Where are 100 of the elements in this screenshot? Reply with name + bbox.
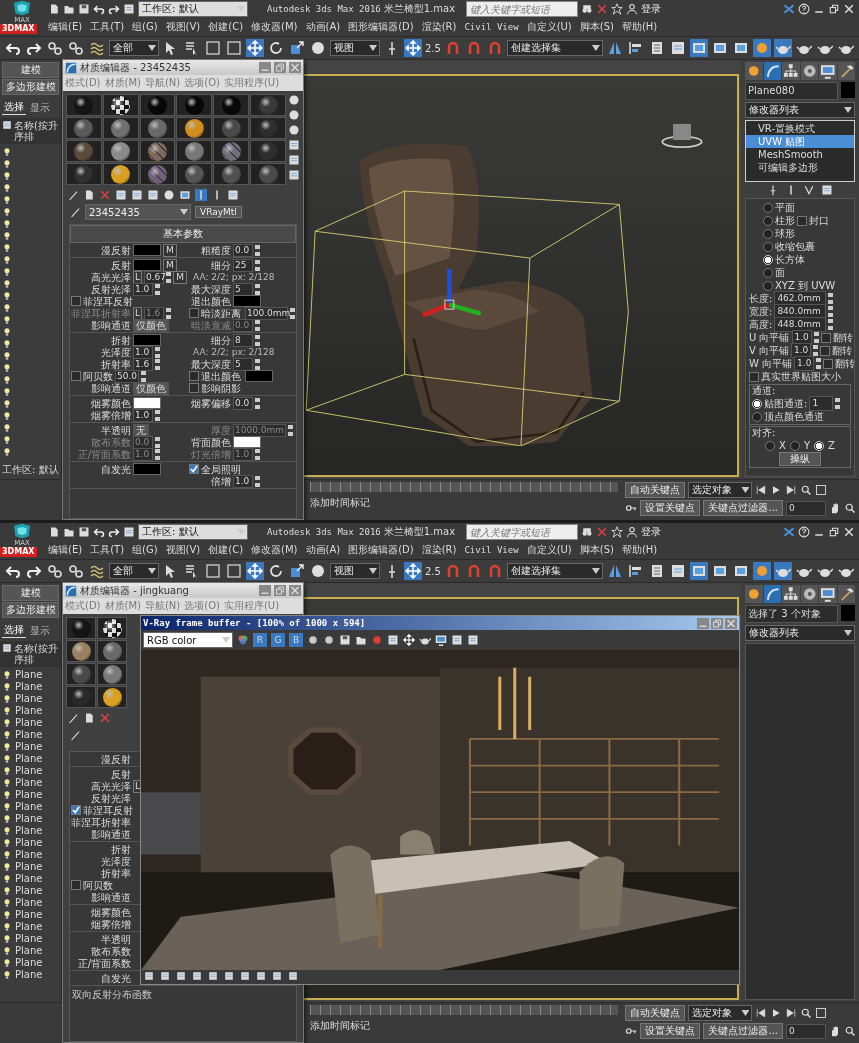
lightbulb-icon[interactable]: [2, 302, 12, 313]
dropdown[interactable]: 无: [133, 423, 149, 437]
time-tag-label[interactable]: 添加时间标记: [310, 1019, 619, 1033]
lightbulb-icon[interactable]: [2, 861, 12, 872]
material-sample-sphere[interactable]: [102, 641, 122, 661]
spinner-icon[interactable]: [255, 475, 260, 487]
modifier-list-dropdown[interactable]: 修改器列表: [745, 625, 855, 641]
object-color-swatch[interactable]: [841, 82, 855, 98]
number-field[interactable]: 1.0: [233, 474, 253, 488]
menu-item[interactable]: 选项(O): [182, 599, 222, 613]
rotate-icon[interactable]: [267, 39, 285, 57]
object-name[interactable]: Plane: [15, 825, 43, 836]
material-sample-sphere[interactable]: [111, 95, 131, 115]
app-logo-icon[interactable]: [11, 0, 33, 16]
zoom-icon[interactable]: [844, 502, 856, 514]
lightbulb-icon[interactable]: [2, 945, 12, 956]
lightbulb-icon[interactable]: [2, 254, 12, 265]
new-file-icon[interactable]: [48, 3, 60, 15]
transform-gizmo-icon[interactable]: [421, 268, 482, 317]
rotate-icon[interactable]: [267, 562, 285, 580]
explorer-tab[interactable]: 选择: [2, 100, 26, 115]
help-icon[interactable]: [798, 526, 810, 538]
radio-button[interactable]: [752, 411, 762, 422]
material-sample-sphere[interactable]: [184, 164, 204, 184]
menu-item[interactable]: 渲染(R): [417, 20, 461, 34]
number-field[interactable]: 448.0mm: [774, 317, 827, 332]
star-icon[interactable]: [611, 526, 624, 538]
sheet-icon[interactable]: [821, 184, 833, 196]
menu-item[interactable]: 工具(T): [86, 543, 129, 557]
lightbulb-icon[interactable]: [2, 266, 12, 277]
sheet-icon[interactable]: [272, 971, 282, 981]
link-icon[interactable]: [46, 39, 64, 57]
sheet-icon[interactable]: [123, 3, 135, 15]
checkbox[interactable]: [820, 345, 831, 356]
selection-set-dropdown[interactable]: 创建选择集: [506, 563, 603, 579]
sphere-icon[interactable]: [288, 109, 300, 121]
sun-icon[interactable]: [752, 562, 771, 580]
disc-icon[interactable]: [800, 585, 818, 603]
checkbox[interactable]: [797, 215, 807, 226]
color-swatch[interactable]: [133, 463, 161, 475]
object-name[interactable]: Plane: [15, 945, 43, 956]
spinner-icon[interactable]: [835, 398, 841, 409]
sheet-icon[interactable]: [227, 189, 239, 201]
number-field[interactable]: 1.0: [794, 356, 815, 371]
lightbulb-icon[interactable]: [2, 374, 12, 385]
material-sample-sphere[interactable]: [74, 118, 94, 138]
menu-item[interactable]: 脚本(S): [575, 543, 618, 557]
explorer-tab[interactable]: 选择: [2, 623, 26, 638]
previous-icon[interactable]: [755, 1007, 768, 1019]
spinner-icon[interactable]: [290, 307, 295, 319]
restore-icon[interactable]: [828, 3, 840, 15]
workspace-dropdown[interactable]: 工作区: 默认: [138, 524, 248, 540]
lightbulb-icon[interactable]: [2, 693, 12, 704]
lightbulb-icon[interactable]: [2, 741, 12, 752]
radio-button[interactable]: [763, 254, 773, 265]
lightbulb-icon[interactable]: [2, 705, 12, 716]
key-icon[interactable]: [625, 502, 638, 514]
sphere-icon[interactable]: [309, 39, 327, 57]
pan-icon[interactable]: [829, 1025, 841, 1037]
move-icon[interactable]: [403, 634, 415, 646]
folder-icon[interactable]: [355, 634, 367, 646]
spinner-icon[interactable]: [828, 319, 834, 330]
undo-icon[interactable]: [93, 3, 105, 15]
save-icon[interactable]: [339, 634, 351, 646]
viewcube-icon[interactable]: [661, 123, 703, 148]
spinner-icon[interactable]: [255, 259, 260, 271]
lightbulb-icon[interactable]: [2, 813, 12, 824]
time-tag-label[interactable]: 添加时间标记: [310, 496, 619, 510]
menu-item[interactable]: 图形编辑器(D): [344, 543, 418, 557]
lightbulb-icon[interactable]: [2, 386, 12, 397]
option-label[interactable]: 顶点颜色通道: [764, 409, 824, 424]
checkbox[interactable]: [823, 358, 834, 369]
sheet-icon[interactable]: [288, 139, 300, 151]
lightbulb-icon[interactable]: [2, 446, 12, 457]
radio-button[interactable]: [789, 440, 800, 451]
material-sample-sphere[interactable]: [111, 164, 131, 184]
spinner-icon[interactable]: [255, 397, 260, 409]
sun-icon[interactable]: [745, 585, 763, 603]
menu-item[interactable]: 工具(T): [86, 20, 129, 34]
monitor-icon[interactable]: [819, 585, 837, 603]
sort-icon[interactable]: [2, 120, 12, 130]
menu-item[interactable]: 动画(A): [301, 543, 345, 557]
sheet-icon[interactable]: [240, 971, 250, 981]
object-name[interactable]: Plane: [15, 717, 43, 728]
number-field[interactable]: 5: [233, 357, 253, 371]
zoom-icon[interactable]: [844, 1025, 856, 1037]
lightbulb-icon[interactable]: [2, 362, 12, 373]
radio-button[interactable]: [763, 280, 773, 291]
object-name[interactable]: Plane: [15, 873, 43, 884]
sheet-icon[interactable]: [115, 189, 127, 201]
option-label[interactable]: 贴图通道:: [764, 396, 808, 411]
material-sample-sphere[interactable]: [148, 164, 168, 184]
number-field[interactable]: 1: [809, 396, 834, 411]
number-field[interactable]: 1.0: [133, 282, 153, 296]
map-button[interactable]: M: [163, 243, 177, 257]
lightbulb-icon[interactable]: [2, 837, 12, 848]
monitor-icon[interactable]: [819, 62, 837, 80]
reference-coordinate-dropdown[interactable]: 视图: [330, 563, 380, 579]
set-key-button[interactable]: 设置关键点: [640, 1023, 701, 1039]
delete-icon[interactable]: [99, 189, 111, 201]
